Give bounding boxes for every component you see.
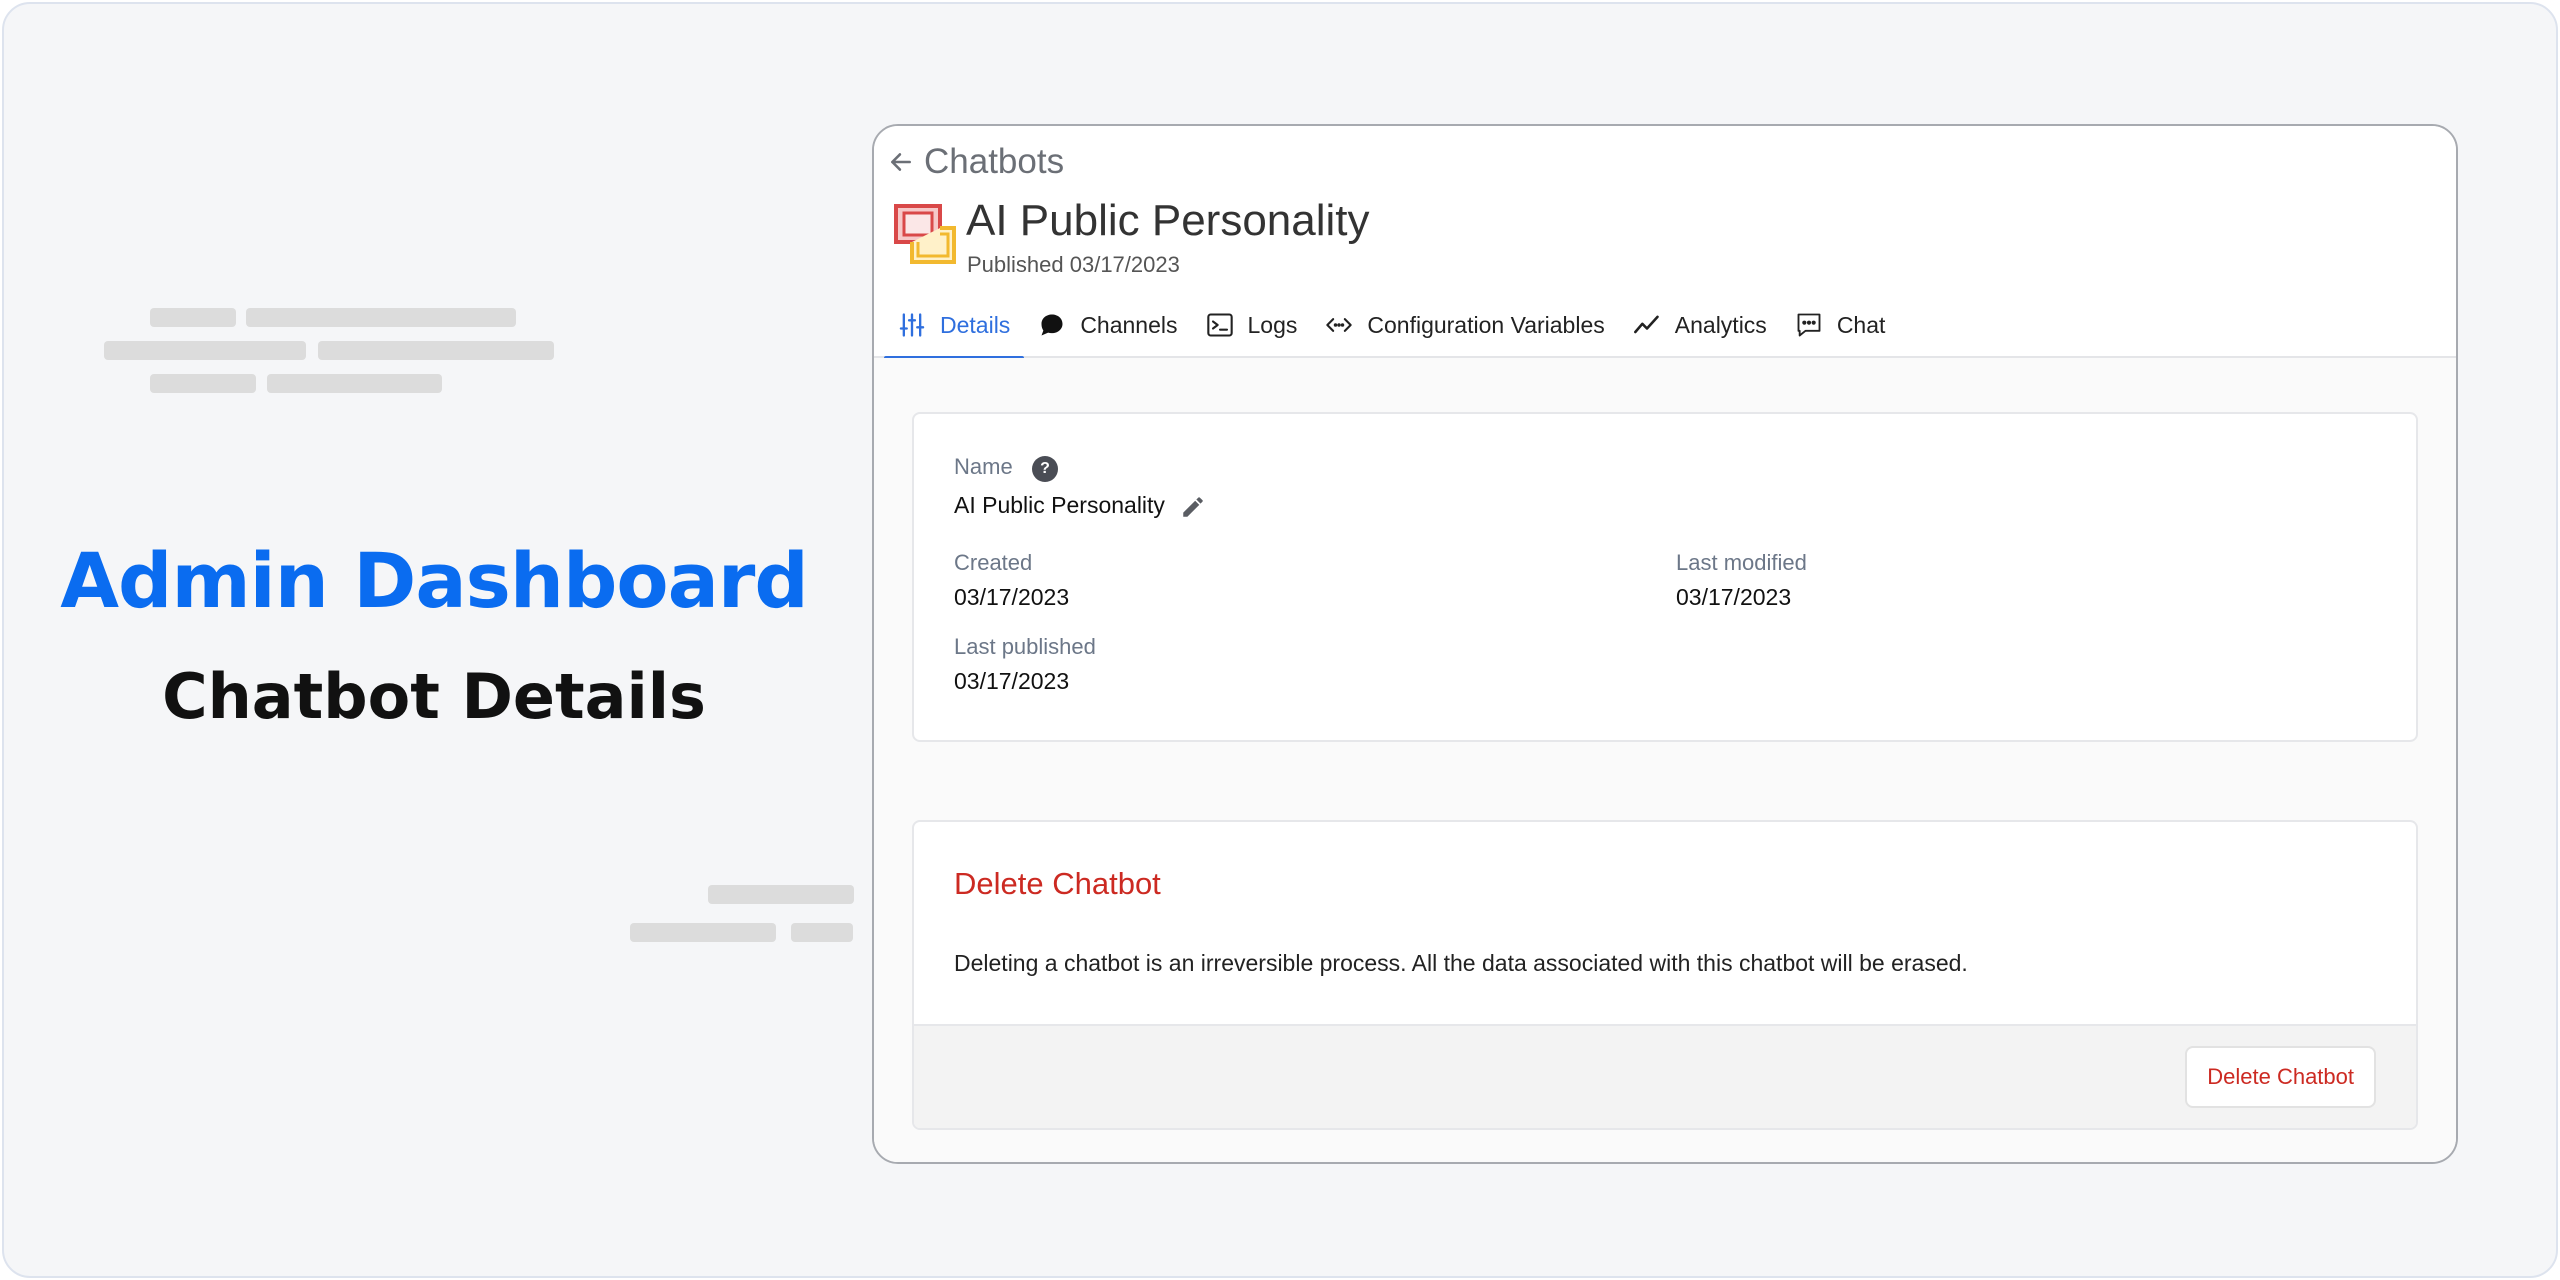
tab-label: Chat — [1836, 311, 1886, 338]
tab-label: Channels — [1080, 311, 1178, 338]
hero-title: Admin Dashboard — [60, 536, 809, 625]
page-title: AI Public Personality — [966, 196, 1370, 245]
help-icon[interactable]: ? — [1032, 456, 1058, 482]
tab-logs[interactable]: Logs — [1192, 292, 1312, 358]
tab-analytics[interactable]: Analytics — [1619, 292, 1781, 358]
details-card: Name ? AI Public Personality Created 03/… — [912, 412, 2418, 742]
tab-configuration-variables[interactable]: Configuration Variables — [1311, 292, 1618, 358]
arrow-left-icon — [891, 153, 911, 171]
placeholder-bar — [246, 308, 516, 327]
chatbot-logo-icon — [894, 204, 956, 264]
chat-bubbles-icon — [1041, 314, 1063, 336]
pencil-icon[interactable] — [1180, 494, 1206, 520]
placeholder-bar — [708, 885, 854, 904]
tab-label: Analytics — [1674, 311, 1767, 338]
last-modified-label: Last modified — [1676, 550, 1807, 575]
placeholder-bar — [104, 341, 306, 360]
placeholder-bar — [150, 308, 236, 327]
app-window: Chatbots AI Public Personality Published… — [872, 124, 2458, 1164]
sliders-icon — [899, 313, 925, 337]
created-value: 03/17/2023 — [954, 584, 1070, 610]
last-published-label: Last published — [954, 634, 1096, 659]
tab-label: Configuration Variables — [1367, 311, 1605, 338]
chat-dots-icon — [1797, 313, 1821, 337]
placeholder-bar — [318, 341, 554, 360]
tab-label: Logs — [1247, 311, 1298, 338]
placeholder-bar — [630, 923, 776, 942]
delete-section-description: Deleting a chatbot is an irreversible pr… — [954, 950, 1968, 976]
page-canvas: Admin Dashboard Chatbot Details Chatbots… — [2, 2, 2558, 1278]
tab-details[interactable]: Details — [884, 292, 1025, 360]
tab-label: Details — [940, 311, 1011, 338]
hero-subtitle: Chatbot Details — [162, 660, 706, 733]
back-link[interactable]: Chatbots — [888, 142, 1064, 182]
name-value: AI Public Personality — [954, 492, 1165, 518]
last-published-value: 03/17/2023 — [954, 668, 1070, 694]
delete-section-title: Delete Chatbot — [954, 866, 1161, 901]
tab-bar: Details Channels Logs Configuration Vari… — [884, 292, 1900, 360]
placeholder-bar — [150, 374, 256, 393]
tab-chat[interactable]: Chat — [1781, 292, 1900, 358]
page-header: Chatbots AI Public Personality Published… — [874, 126, 2456, 360]
last-modified-value: 03/17/2023 — [1676, 584, 1792, 610]
details-content: Name ? AI Public Personality Created 03/… — [874, 358, 2456, 1162]
published-date: Published 03/17/2023 — [967, 252, 1180, 277]
placeholder-bar — [267, 374, 442, 393]
trend-line-icon — [1633, 315, 1659, 334]
code-arrows-icon — [1326, 318, 1353, 332]
tab-channels[interactable]: Channels — [1024, 292, 1191, 358]
placeholder-bar — [791, 923, 853, 942]
back-link-label: Chatbots — [924, 142, 1065, 181]
created-label: Created — [954, 550, 1033, 575]
delete-chatbot-card: Delete Chatbot Deleting a chatbot is an … — [912, 820, 2418, 1130]
terminal-icon — [1206, 313, 1233, 337]
delete-card-footer: Delete Chatbot — [914, 1024, 2416, 1128]
name-label: Name — [954, 454, 1013, 479]
delete-chatbot-button[interactable]: Delete Chatbot — [2185, 1046, 2376, 1108]
